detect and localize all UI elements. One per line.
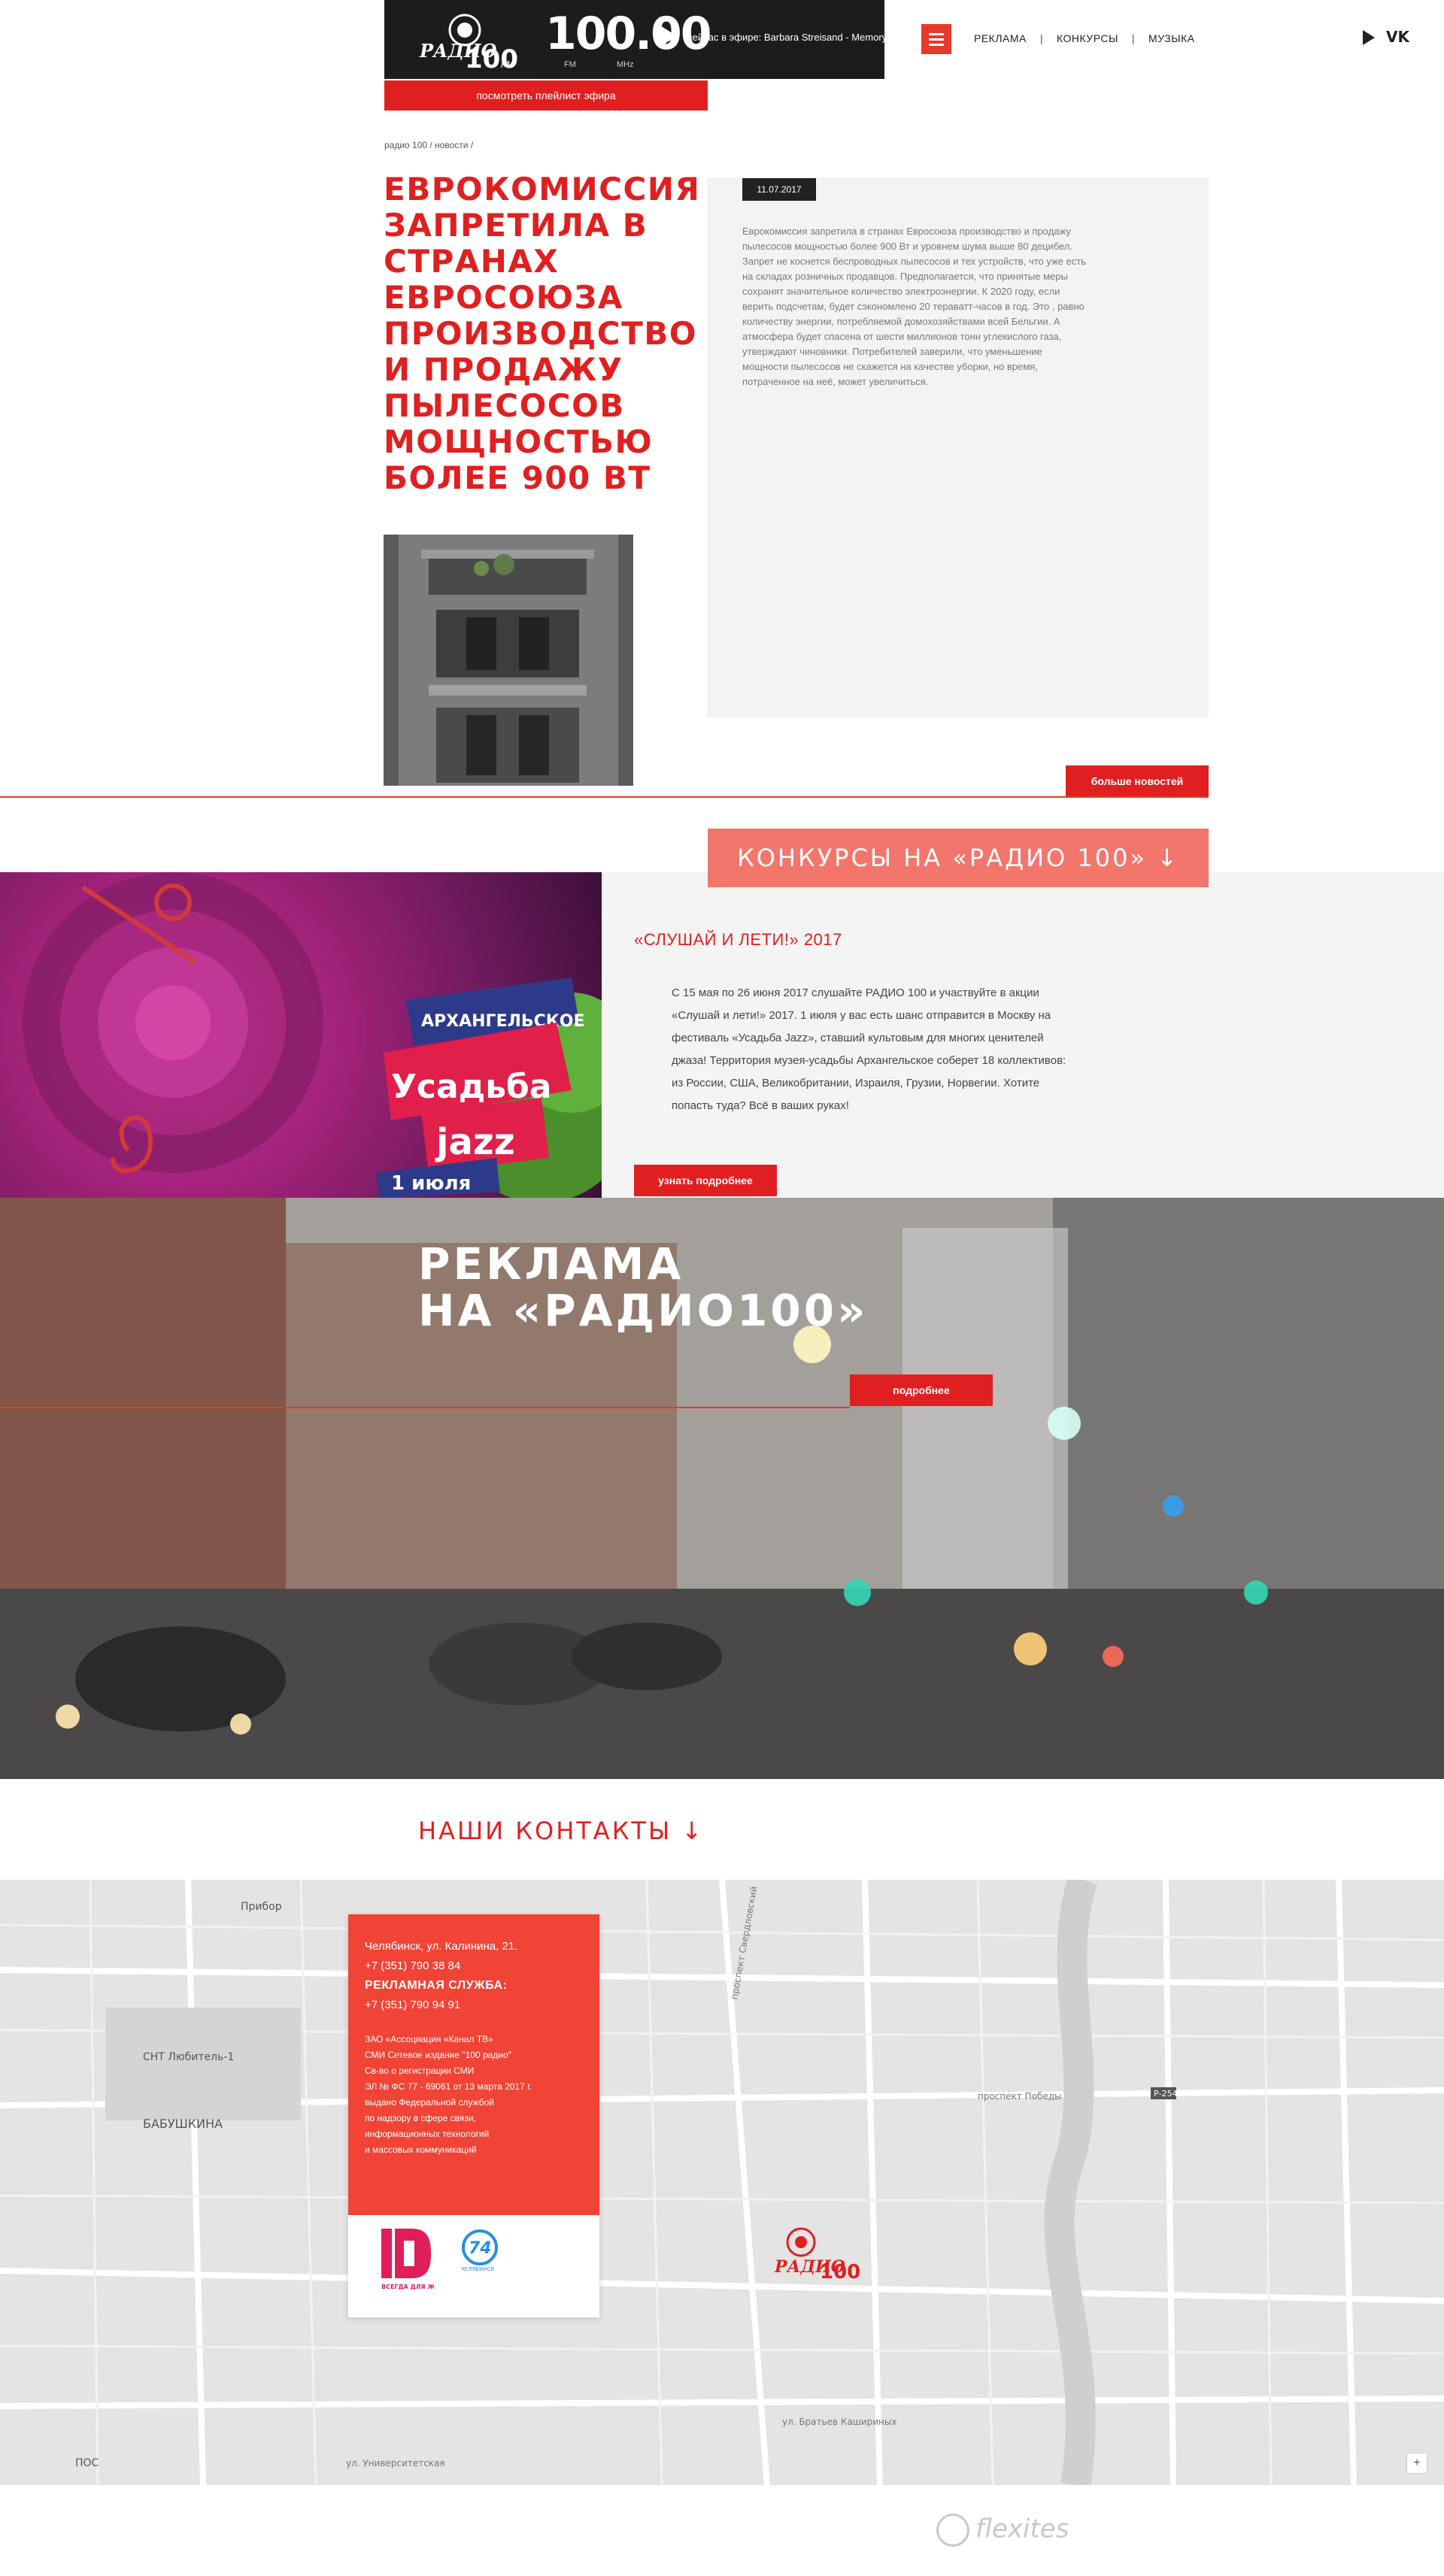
ad-details-button[interactable]: подробнее (850, 1374, 993, 1406)
frequency-display: 100.00 (545, 8, 712, 60)
flexites-text: flexites (975, 2514, 1069, 2544)
flexites-icon (936, 2514, 969, 2547)
brand-d-caption: ВСЕГДА ДЛЯ ЖЕНЩИН (381, 2284, 434, 2290)
ad-title-line2: НА «РАДИО100» (418, 1285, 869, 1336)
nav-item-music[interactable]: МУЗЫКА (1148, 32, 1195, 44)
playlist-button[interactable]: посмотреть плейлист эфира (384, 80, 708, 111)
menu-icon[interactable] (921, 24, 951, 54)
fm-label: FM (564, 60, 576, 69)
vk-icon[interactable]: VK (1386, 28, 1409, 46)
poster-line4: 1 июля (391, 1172, 471, 1195)
google-play-icon[interactable] (1363, 30, 1375, 45)
contact-info: Челябинск, ул. Калинина, 21. +7 (351) 79… (348, 1914, 599, 2215)
svg-text:74: 74 (469, 2239, 492, 2258)
contest-description: С 15 мая по 26 июня 2017 слушайте РАДИО … (672, 986, 1066, 1112)
contest-title: «СЛУШАЙ И ЛЕТИ!» 2017 (634, 930, 842, 949)
learn-more-button[interactable]: узнать подробнее (634, 1165, 777, 1196)
map-road-badge: Р-254 (1154, 2089, 1178, 2099)
brand-74-caption: ЧЕЛЯБИНСК (461, 2266, 495, 2272)
channel-74-logo[interactable]: 74 ЧЕЛЯБИНСК (454, 2229, 514, 2274)
section-divider (0, 796, 1209, 798)
svg-text:100: 100 (820, 2261, 860, 2284)
nav-item-contests[interactable]: КОНКУРСЫ (1057, 32, 1118, 44)
map-label-pribor: Прибор (241, 1901, 282, 1913)
main-nav: РЕКЛАМА | КОНКУРСЫ | МУЗЫКА (974, 32, 1195, 44)
map-label-district: БАБУШКИНА (143, 2117, 223, 2131)
map-label-snt: СНТ Любитель-1 (143, 2051, 234, 2063)
map-zoom-button[interactable]: + (1406, 2453, 1427, 2474)
flexites-logo[interactable]: flexites (936, 2514, 1069, 2547)
news-title: Еврокомиссия запретила в странах Евросою… (384, 171, 701, 496)
map-label-street: проспект Победы (978, 2091, 1062, 2102)
poster-line3: jazz (435, 1121, 515, 1163)
map[interactable]: Прибор СНТ Любитель-1 БАБУШКИНА проспект… (0, 1880, 1444, 2485)
news-body: Еврокомиссия запретила в странах Евросою… (742, 226, 1087, 387)
contacts-heading[interactable]: НАШИ КОНТАКТЫ ↓ (418, 1817, 704, 1845)
breadcrumb[interactable]: радио 100 / новости / (384, 140, 473, 150)
contact-phone[interactable]: +7 (351) 790 38 84 (365, 1956, 583, 1976)
nav-separator: | (1131, 32, 1136, 44)
legal-info: ЗАО «Ассоциация «Канал ТВ» СМИ Сетевое и… (365, 2034, 532, 2155)
poster-line1: АРХАНГЕЛЬСКОЕ (421, 1012, 585, 1031)
ad-title-line1: РЕКЛАМА (418, 1238, 684, 1290)
ad-service-label: РЕКЛАМНАЯ СЛУЖБА: (365, 1979, 508, 1992)
svg-text:FM: FM (501, 59, 514, 70)
contact-address: Челябинск, ул. Калинина, 21. (365, 1940, 518, 1953)
mhz-label: MHz (617, 60, 634, 69)
map-label-street: ул. Университетская (346, 2458, 445, 2468)
channel-d-logo[interactable]: ВСЕГДА ДЛЯ ЖЕНЩИН (381, 2229, 434, 2296)
ad-title: РЕКЛАМА НА «РАДИО100» (418, 1241, 869, 1334)
ad-service-phone[interactable]: +7 (351) 790 94 91 (365, 1996, 583, 2015)
contest-poster[interactable]: АРХАНГЕЛЬСКОЕ Усадьба jazz 1 июля (0, 872, 602, 1198)
nav-separator: | (1039, 32, 1043, 44)
news-date: 11.07.2017 (742, 178, 816, 201)
contests-heading[interactable]: КОНКУРСЫ НА «РАДИО 100» ↓ (708, 829, 1209, 887)
play-icon[interactable] (660, 26, 677, 47)
radio-100-logo[interactable]: РАДИО 100 FM (412, 6, 517, 74)
ad-divider (0, 1407, 850, 1408)
news-photo (384, 535, 633, 786)
map-label-street: ул. Братьев Кашириных (782, 2417, 896, 2427)
now-playing: сейчас в эфире: Barbara Streisand - Memo… (687, 32, 887, 43)
more-news-button[interactable]: больше новостей (1066, 765, 1209, 797)
map-label-district: ПОС (75, 2457, 99, 2469)
nav-item-ads[interactable]: РЕКЛАМА (974, 32, 1027, 44)
